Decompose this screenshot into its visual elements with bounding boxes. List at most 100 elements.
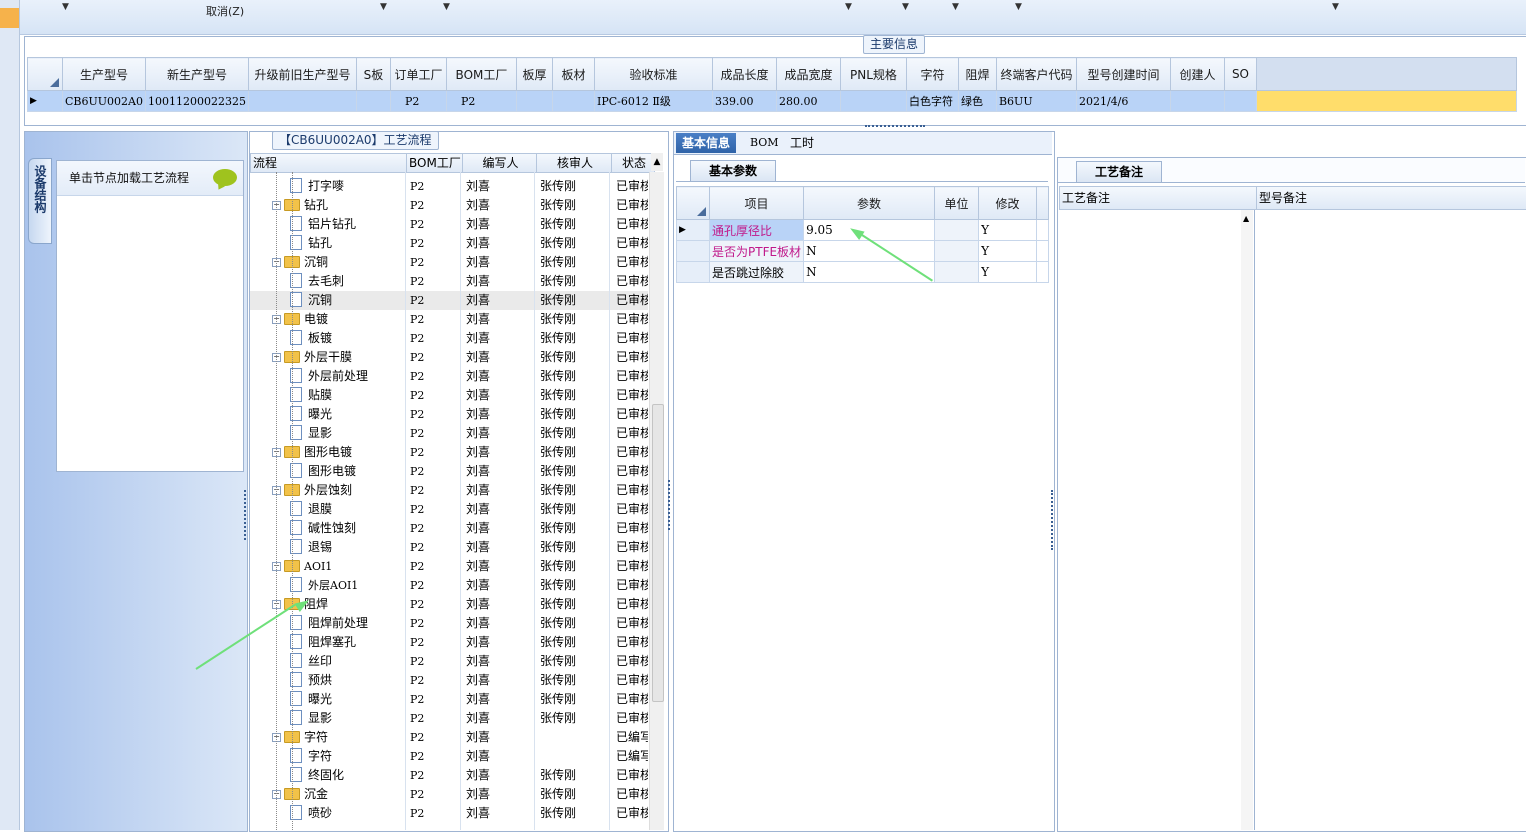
col-header[interactable]: 字符 xyxy=(905,57,959,91)
edit-cell[interactable]: Y xyxy=(978,240,1038,262)
tab-process-notes[interactable]: 工艺备注 xyxy=(1076,161,1163,182)
tree-row[interactable]: 字符 P2 刘喜 已编写 xyxy=(250,747,648,766)
tree-leaf[interactable]: 喷砂 xyxy=(290,804,402,823)
tree-row[interactable]: − 外层干膜 P2 刘喜 张传刚 已审核 xyxy=(250,348,648,367)
col-header[interactable]: SO xyxy=(1223,57,1257,91)
cell[interactable] xyxy=(515,90,553,112)
tree-row[interactable]: 显影 P2 刘喜 张传刚 已审核 xyxy=(250,709,648,728)
dropdown-arrow-icon[interactable]: ▼ xyxy=(902,2,909,12)
tree-row[interactable]: − AOI1 P2 刘喜 张传刚 已审核 xyxy=(250,557,648,576)
param-cell[interactable]: N xyxy=(803,261,936,283)
tree-leaf[interactable]: 曝光 xyxy=(290,405,402,424)
tree-row[interactable]: − 外层蚀刻 P2 刘喜 张传刚 已审核 xyxy=(250,481,648,500)
cell[interactable] xyxy=(551,90,595,112)
col-header-bom[interactable]: BOM工厂 xyxy=(406,153,463,173)
tree-row[interactable]: 打字嘜 P2 刘喜 张传刚 已审核 xyxy=(250,177,648,196)
col-header-status[interactable]: 状态 xyxy=(611,153,655,173)
param-cell[interactable]: 9.05 xyxy=(803,219,936,241)
cell[interactable]: 339.00 xyxy=(711,90,777,112)
tree-leaf[interactable]: 阻焊塞孔 xyxy=(290,633,402,652)
tree-leaf[interactable]: 贴膜 xyxy=(290,386,402,405)
cell[interactable]: P2 xyxy=(445,90,517,112)
tree-row[interactable]: 钻孔 P2 刘喜 张传刚 已审核 xyxy=(250,234,648,253)
tree-row[interactable]: 喷砂 P2 刘喜 张传刚 已审核 xyxy=(250,804,648,823)
row-header[interactable] xyxy=(676,240,710,262)
dropdown-arrow-icon[interactable]: ▼ xyxy=(845,2,852,12)
col-header[interactable]: PNL规格 xyxy=(839,57,907,91)
splitter-handle[interactable] xyxy=(1051,490,1056,550)
col-header-flow[interactable]: 流程 xyxy=(250,153,407,173)
tree-leaf[interactable]: 显影 xyxy=(290,709,402,728)
unit-cell[interactable] xyxy=(934,261,980,283)
col-header[interactable]: 阻焊 xyxy=(957,57,997,91)
tree-row[interactable]: 板镀 P2 刘喜 张传刚 已审核 xyxy=(250,329,648,348)
cell[interactable] xyxy=(355,90,391,112)
dropdown-arrow-icon[interactable]: ▼ xyxy=(443,2,450,12)
tree-leaf[interactable]: 退锡 xyxy=(290,538,402,557)
scroll-up-icon[interactable]: ▲ xyxy=(651,153,663,171)
tab-bom[interactable]: BOM xyxy=(744,133,785,153)
cell[interactable]: B6UU xyxy=(995,90,1077,112)
splitter-handle[interactable] xyxy=(865,124,925,129)
dropdown-arrow-icon[interactable]: ▼ xyxy=(1332,2,1339,12)
tree-row[interactable]: 图形电镀 P2 刘喜 张传刚 已审核 xyxy=(250,462,648,481)
col-header[interactable]: 成品宽度 xyxy=(775,57,841,91)
cell[interactable]: 绿色 xyxy=(957,90,997,112)
tree-leaf[interactable]: 显影 xyxy=(290,424,402,443)
cell[interactable]: 280.00 xyxy=(775,90,841,112)
tree-leaf[interactable]: 曝光 xyxy=(290,690,402,709)
tree-row[interactable]: 铝片钻孔 P2 刘喜 张传刚 已审核 xyxy=(250,215,648,234)
col-header[interactable]: 终端客户代码 xyxy=(995,57,1077,91)
scroll-thumb[interactable] xyxy=(652,404,664,702)
param-row[interactable]: 是否为PTFE板材 N Y xyxy=(676,240,1050,262)
tree-row[interactable]: 外层AOI1 P2 刘喜 张传刚 已审核 xyxy=(250,576,648,595)
cell[interactable] xyxy=(1223,90,1257,112)
cell[interactable] xyxy=(247,90,357,112)
tree-row[interactable]: 碱性蚀刻 P2 刘喜 张传刚 已审核 xyxy=(250,519,648,538)
tree-row[interactable]: − 钻孔 P2 刘喜 张传刚 已审核 xyxy=(250,196,648,215)
tree-row[interactable]: 终固化 P2 刘喜 张传刚 已审核 xyxy=(250,766,648,785)
tree-leaf[interactable]: 退膜 xyxy=(290,500,402,519)
item-cell[interactable]: 通孔厚径比 xyxy=(708,219,805,241)
param-cell[interactable]: N xyxy=(803,240,936,262)
tree-row[interactable]: 阻焊前处理 P2 刘喜 张传刚 已审核 xyxy=(250,614,648,633)
col-header[interactable]: 新生产型号 xyxy=(144,57,249,91)
row-indicator-icon[interactable]: ▶ xyxy=(27,90,63,112)
tree-row[interactable]: 沉铜 P2 刘喜 张传刚 已审核 xyxy=(250,291,648,310)
cell[interactable]: 白色字符 xyxy=(905,90,959,112)
tree-row[interactable]: 丝印 P2 刘喜 张传刚 已审核 xyxy=(250,652,648,671)
tree-scrollbar[interactable] xyxy=(649,172,664,830)
col-header[interactable]: 修改 xyxy=(978,186,1038,220)
cell[interactable] xyxy=(839,90,907,112)
tree-row[interactable]: 曝光 P2 刘喜 张传刚 已审核 xyxy=(250,690,648,709)
tree-leaf[interactable]: 沉铜 xyxy=(290,291,402,310)
tree-row[interactable]: − 图形电镀 P2 刘喜 张传刚 已审核 xyxy=(250,443,648,462)
edit-cell[interactable]: Y xyxy=(978,261,1038,283)
col-header[interactable]: 升级前旧生产型号 xyxy=(247,57,357,91)
item-cell[interactable]: 是否为PTFE板材 xyxy=(708,240,805,262)
tree-row[interactable]: − 沉铜 P2 刘喜 张传刚 已审核 xyxy=(250,253,648,272)
col-header-writer[interactable]: 编写人 xyxy=(462,153,537,173)
tree-row[interactable]: − 沉金 P2 刘喜 张传刚 已审核 xyxy=(250,785,648,804)
edit-cell[interactable]: Y xyxy=(978,219,1038,241)
tree-leaf[interactable]: 去毛刺 xyxy=(290,272,402,291)
col-header[interactable]: 板厚 xyxy=(515,57,553,91)
col-header[interactable]: S板 xyxy=(355,57,391,91)
tree-row[interactable]: − 电镀 P2 刘喜 张传刚 已审核 xyxy=(250,310,648,329)
param-row[interactable]: 是否跳过除胶 N Y xyxy=(676,261,1050,283)
tree-row[interactable]: 阻焊塞孔 P2 刘喜 张传刚 已审核 xyxy=(250,633,648,652)
tab-work-hours[interactable]: 工时 xyxy=(784,133,820,153)
col-header[interactable]: 参数 xyxy=(803,186,936,220)
tree-leaf[interactable]: 打字嘜 xyxy=(290,177,402,196)
tree-row[interactable]: 显影 P2 刘喜 张传刚 已审核 xyxy=(250,424,648,443)
col-header[interactable]: 成品长度 xyxy=(711,57,777,91)
tree-leaf[interactable]: 预烘 xyxy=(290,671,402,690)
dock-tab[interactable] xyxy=(0,8,19,28)
col-header[interactable]: 验收标准 xyxy=(593,57,713,91)
tree-leaf[interactable]: 铝片钻孔 xyxy=(290,215,402,234)
tree-row[interactable]: 贴膜 P2 刘喜 张传刚 已审核 xyxy=(250,386,648,405)
col-header-reviewer[interactable]: 核审人 xyxy=(536,153,612,173)
cell[interactable]: P2 xyxy=(389,90,447,112)
tree-leaf[interactable]: 阻焊前处理 xyxy=(290,614,402,633)
tree-row[interactable]: 去毛刺 P2 刘喜 张传刚 已审核 xyxy=(250,272,648,291)
